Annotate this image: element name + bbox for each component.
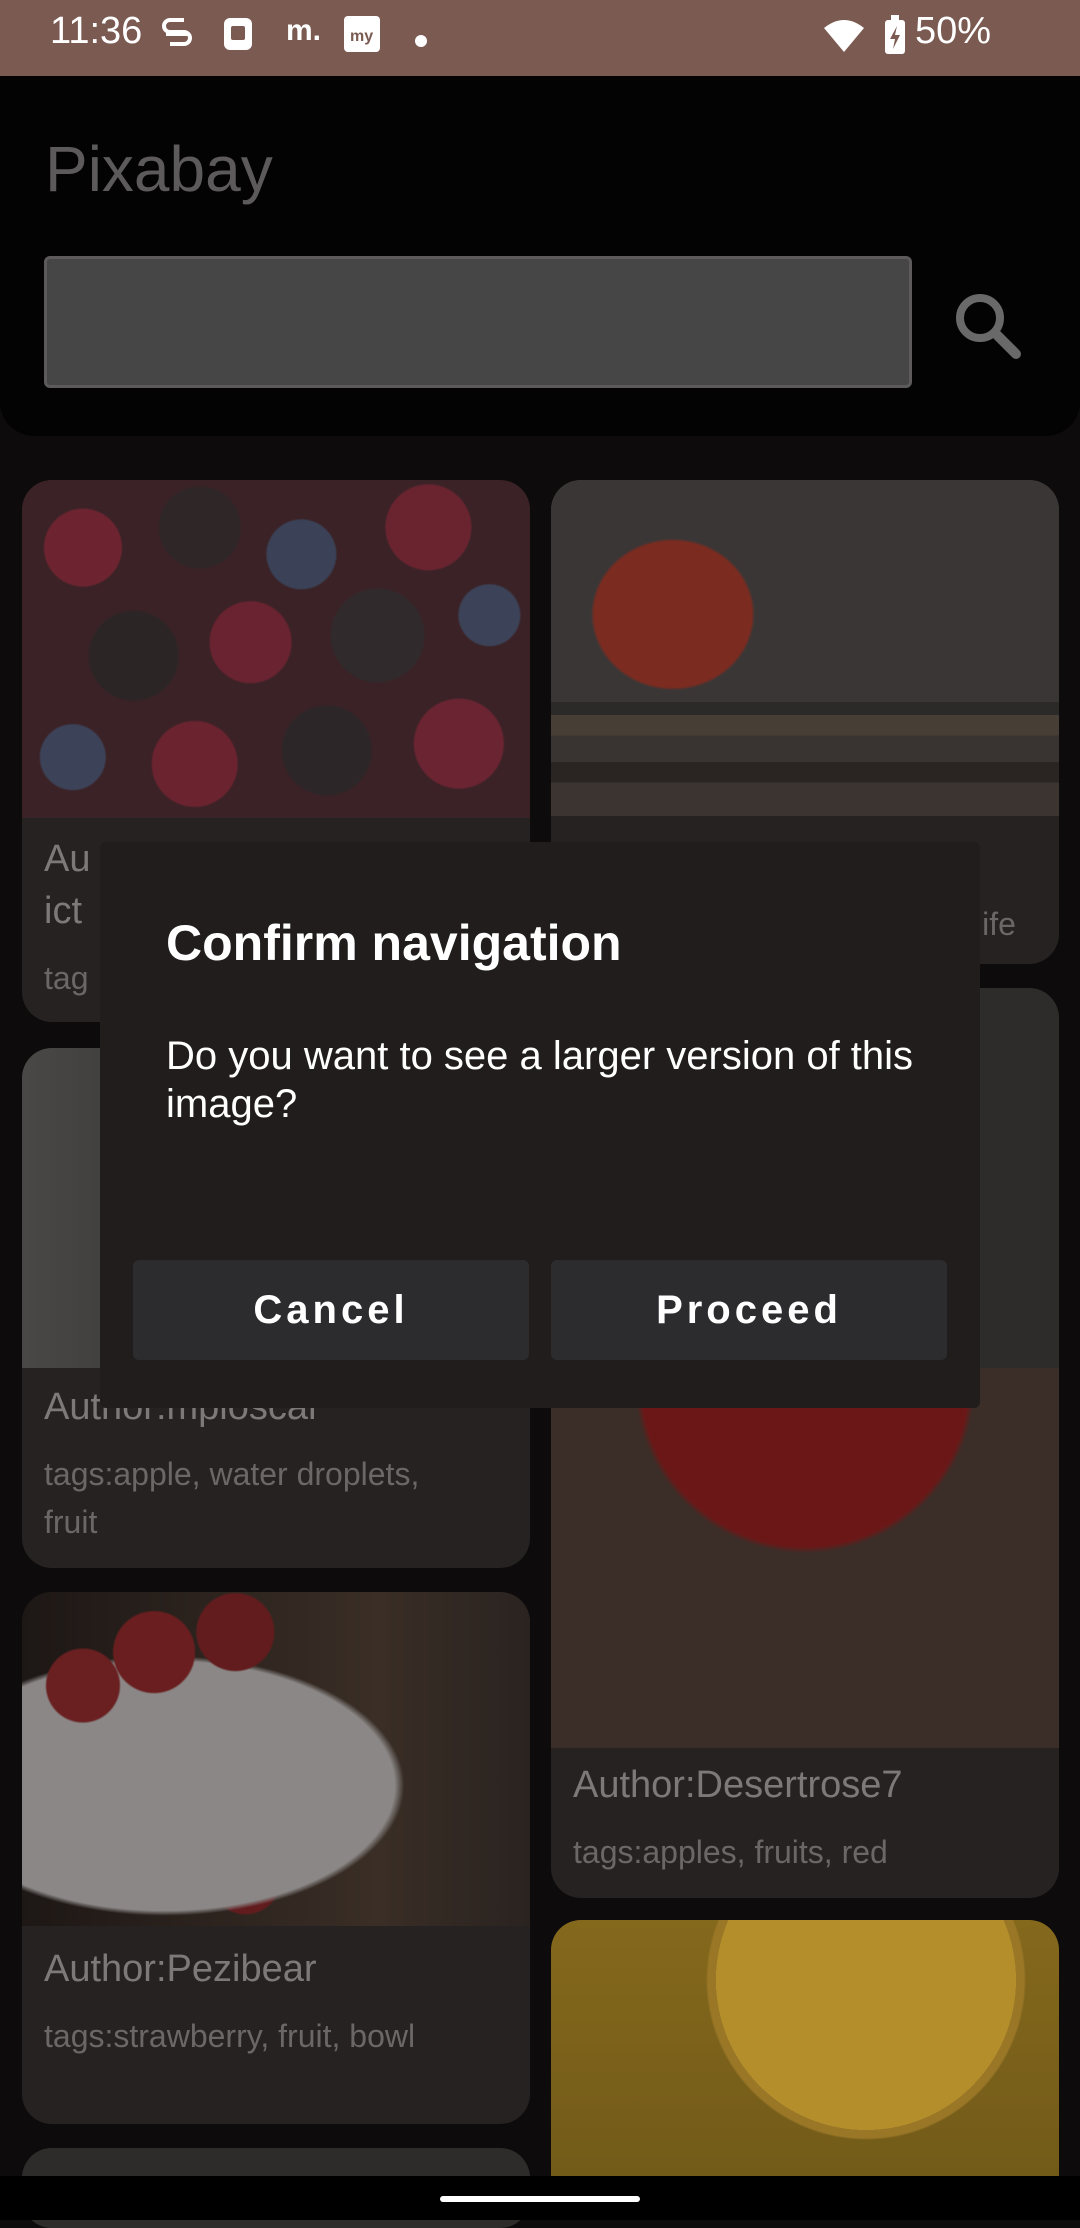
card-image	[551, 1920, 1059, 2220]
m-icon: m.	[286, 14, 322, 47]
svg-text:my: my	[350, 28, 373, 45]
sim-icon	[160, 14, 194, 62]
dialog-message: Do you want to see a larger version of t…	[166, 1034, 914, 1126]
fitness-icon	[218, 14, 258, 62]
card-author: Author:Pezibear	[44, 1948, 317, 1990]
dialog-title: Confirm navigation	[166, 915, 622, 971]
card-tags: tags:strawberry, fruit, bowl	[44, 2018, 416, 2054]
proceed-button[interactable]: Proceed	[551, 1260, 947, 1360]
app-header: Pixabay	[0, 76, 1080, 436]
card-image	[22, 1592, 530, 1926]
status-time: 11:36	[50, 10, 143, 52]
card-tags: life	[975, 906, 1016, 942]
card-author-continued: ict	[44, 890, 82, 932]
card-image	[22, 480, 530, 818]
status-bar: 11:36 m. my 50%	[0, 0, 1080, 76]
search-button[interactable]	[948, 286, 1028, 366]
navigation-bar	[0, 2176, 1080, 2220]
image-card[interactable]	[551, 1920, 1059, 2220]
card-author: Au	[44, 838, 91, 880]
my-app-icon: my	[342, 14, 382, 62]
battery-percent: 50%	[915, 10, 992, 52]
confirm-dialog: Confirm navigation Do you want to see a …	[100, 842, 980, 1408]
search-input[interactable]	[44, 256, 912, 388]
battery-icon	[883, 14, 907, 61]
card-image	[551, 480, 1059, 816]
app-title: Pixabay	[45, 133, 273, 205]
cancel-button[interactable]: Cancel	[133, 1260, 529, 1360]
home-handle[interactable]	[440, 2196, 640, 2202]
dot-icon	[414, 22, 428, 56]
card-author: Author:Desertrose7	[573, 1764, 903, 1806]
card-tags: tags:apple, water droplets, fruit	[44, 1456, 420, 1540]
card-tags: tags:apples, fruits, red	[573, 1834, 888, 1870]
wifi-icon	[822, 18, 866, 59]
image-card[interactable]: Author:Pezibear tags:strawberry, fruit, …	[22, 1592, 530, 2124]
search-icon	[956, 294, 1021, 359]
